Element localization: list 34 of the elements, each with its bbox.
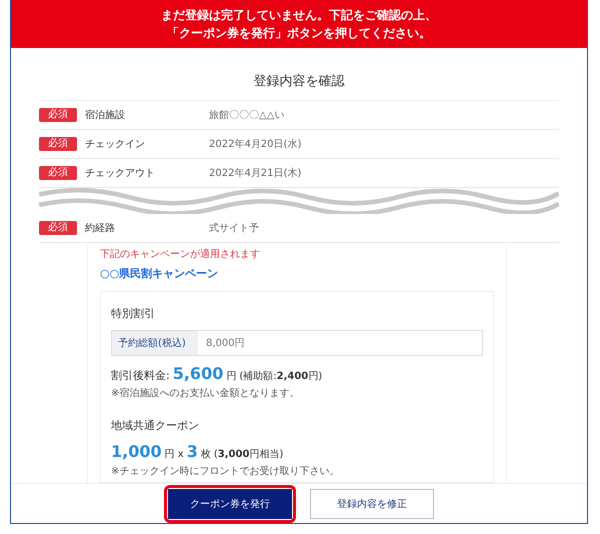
warning-text: まだ登録は完了していません。下記をご確認の上、 [160,7,438,24]
subsidy-text: (補助額:2,400円) [239,370,322,383]
field-label: チェックアウト [85,167,156,180]
required-badge: 必須 [39,108,77,122]
count-unit: 枚 [200,448,211,461]
field-value: 2022年4月21日(木) [209,166,302,180]
field-value: 2022年4月20日(水) [209,138,302,151]
required-badge: 必須 [39,137,77,151]
table-header-cell: 予約総額(税込) [112,331,198,355]
price-amount: 5,600 [172,364,224,383]
price-label: 割引後料金: [111,368,170,383]
page-title: 登録内容を確認 [252,73,346,90]
pickup-note: ※チェックイン時にフロントでお受け取り下さい。 [111,464,340,478]
warning-text: 「クーポン券を発行」ボタンを押してください。 [166,25,432,42]
edit-button[interactable]: 登録内容を修正 [310,488,434,518]
required-badge: 必須 [39,221,77,235]
field-label: 約経路 [85,222,116,235]
field-value: 式サイト予 [209,222,259,235]
section-heading: 地域共通クーポン [111,418,200,433]
campaign-name: ○○県民割キャンペーン [100,266,220,281]
coupon-count: 3 [186,442,198,461]
issue-button[interactable]: クーポン券を発行 [168,488,292,518]
payment-note: ※宿泊施設へのお支払い金額となります。 [111,386,300,400]
campaign-notice: 下記のキャンペーンが適用されます [100,248,261,261]
field-label: 宿泊施設 [85,108,126,122]
coupon-amount: 1,000 [111,442,162,461]
field-value: 旅館〇〇〇△△い [209,108,284,122]
table-cell-text: 8,000円 [205,337,245,351]
coupon-unit: 円 x [164,448,184,461]
price-unit: 円 [226,370,236,383]
field-label: チェックイン [85,138,146,151]
required-badge: 必須 [39,166,77,180]
section-heading: 特別割引 [111,306,156,321]
equivalent-text: (3,000円相当) [214,448,284,461]
